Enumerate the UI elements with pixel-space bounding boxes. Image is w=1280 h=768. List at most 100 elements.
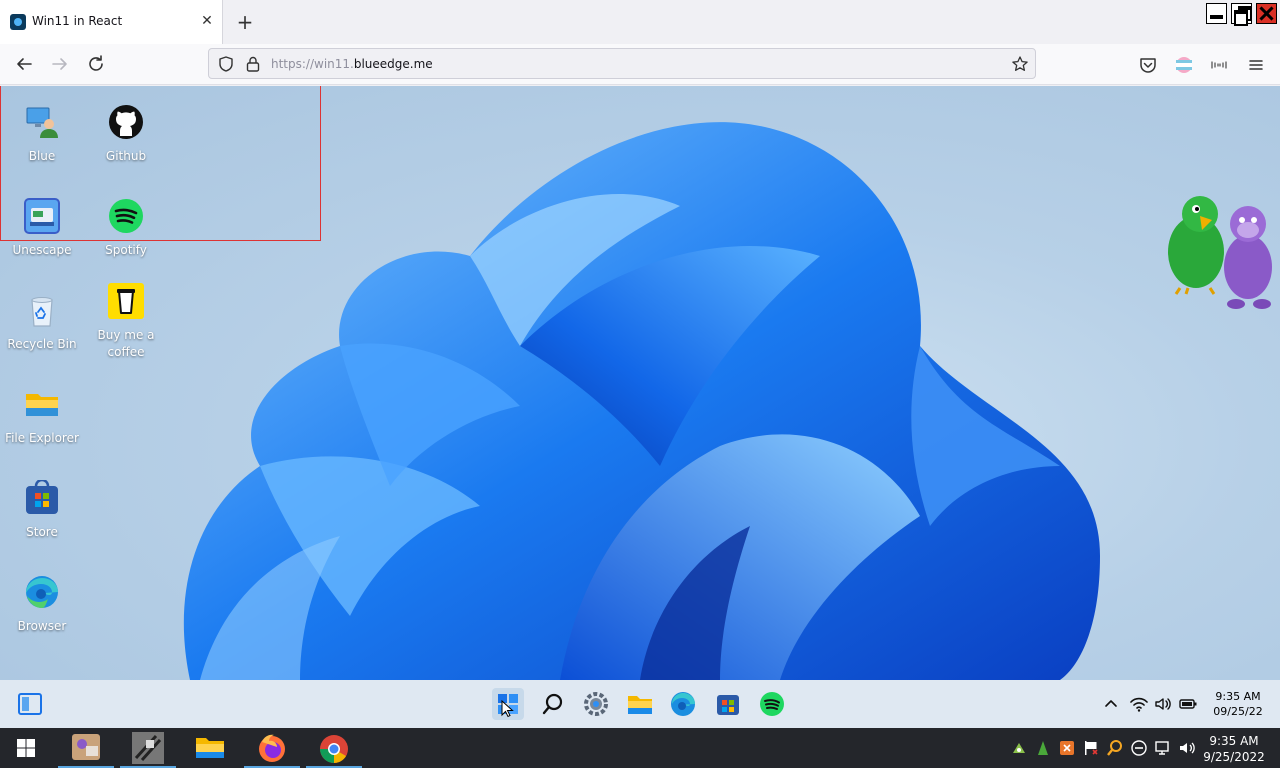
desktop-icon-spotify[interactable]: Spotify	[84, 198, 168, 259]
desktop-icon-blue[interactable]: Blue	[0, 104, 84, 165]
painter-app-icon	[72, 734, 100, 760]
win11-spotify-button[interactable]	[756, 688, 788, 720]
host-taskbar-app-3[interactable]	[182, 730, 238, 768]
minus-circle-icon[interactable]	[1130, 739, 1148, 757]
desktop-icon-label: Github	[105, 149, 147, 163]
desktop-icon-label: Blue	[28, 149, 56, 163]
win11-edge-button[interactable]	[667, 688, 699, 720]
file-explorer-icon	[196, 738, 224, 758]
navigation-bar: https://win11.blueedge.me	[0, 44, 1280, 85]
desktop-icon-label: Recycle Bin	[7, 337, 77, 351]
url-text: https://win11.blueedge.me	[271, 57, 433, 71]
minimize-button[interactable]	[1206, 3, 1227, 24]
new-tab-button[interactable]: +	[234, 10, 256, 34]
spotify-icon	[760, 692, 784, 716]
bonzi-gorilla-icon	[1224, 206, 1272, 309]
url-bar[interactable]: https://win11.blueedge.me	[208, 48, 1036, 79]
host-clock-date: 9/25/2022	[1203, 750, 1265, 764]
win11-clock[interactable]: 9:35 AM 09/25/22	[1208, 689, 1268, 719]
desktop-icon-github[interactable]: Github	[84, 104, 168, 165]
win11-search-button[interactable]	[537, 688, 569, 720]
profile-icon[interactable]	[1173, 54, 1195, 76]
host-taskbar-app-4[interactable]	[244, 730, 300, 768]
desktop-icon-file-explorer[interactable]: File Explorer	[0, 386, 84, 447]
edge-icon	[671, 692, 695, 716]
user-computer-icon	[26, 107, 58, 138]
wifi-icon[interactable]	[1129, 694, 1149, 714]
arrow-right-icon	[52, 58, 67, 70]
desktop-icon-label: File Explorer	[5, 431, 79, 445]
win11-taskbar: 9:35 AM 09/25/22	[0, 680, 1280, 728]
tab-bar: Win11 in React ✕ +	[0, 0, 1280, 44]
lock-icon[interactable]	[245, 55, 261, 73]
win11-file-explorer-button[interactable]	[624, 688, 656, 720]
tab-favicon-icon	[10, 14, 26, 30]
desktop-icon-buy-me-a-coffee[interactable]: Buy me a coffee	[84, 283, 168, 361]
close-window-button[interactable]	[1256, 3, 1277, 24]
search-icon	[542, 693, 563, 715]
host-taskbar-app-2[interactable]	[120, 730, 176, 768]
settings-icon	[584, 692, 608, 716]
shield-icon[interactable]	[217, 55, 235, 73]
start-icon	[498, 694, 518, 718]
tray-app-2-icon[interactable]	[1034, 739, 1052, 757]
host-taskbar-app-1[interactable]	[58, 730, 114, 768]
edge-icon	[26, 576, 58, 608]
browser-tab[interactable]: Win11 in React ✕	[0, 0, 223, 44]
back-button[interactable]	[12, 52, 36, 76]
win11-start-button[interactable]	[492, 688, 524, 720]
desktop-icon-label: Unescape	[12, 243, 72, 257]
desktop[interactable]: Blue Github Unescape Spotify Recycle Bin	[0, 86, 1280, 680]
chrome-icon	[320, 735, 348, 763]
tray-app-3-icon[interactable]	[1058, 739, 1076, 757]
volume-icon[interactable]	[1178, 739, 1196, 757]
desktop-icon-unescape[interactable]: Unescape	[0, 198, 84, 259]
host-clock-time: 9:35 AM	[1209, 734, 1259, 748]
chevron-up-icon[interactable]	[1101, 694, 1121, 714]
firefox-icon	[259, 734, 285, 762]
store-icon	[717, 695, 739, 715]
network-icon[interactable]	[1154, 739, 1172, 757]
win11-settings-button[interactable]	[580, 688, 612, 720]
host-clock[interactable]: 9:35 AM 9/25/2022	[1203, 733, 1265, 765]
bloom-wallpaper	[183, 122, 1100, 680]
volume-icon[interactable]	[1153, 694, 1173, 714]
reload-icon	[89, 55, 103, 71]
desktop-icon-label: Buy me a coffee	[97, 328, 155, 359]
hamburger-menu-icon[interactable]	[1245, 54, 1267, 76]
store-icon	[26, 480, 58, 514]
reload-button[interactable]	[84, 52, 108, 76]
desktop-icon-label: Store	[26, 525, 58, 539]
arrow-left-icon	[17, 58, 32, 70]
desktop-icon-store[interactable]: Store	[0, 480, 84, 541]
url-prefix: https://win11.	[271, 57, 354, 71]
desktop-assistant-characters[interactable]	[1160, 192, 1280, 322]
forward-button[interactable]	[48, 52, 72, 76]
spotify-icon	[109, 199, 143, 233]
file-explorer-icon	[628, 696, 652, 714]
pocket-icon[interactable]	[1137, 54, 1159, 76]
tab-title: Win11 in React	[32, 14, 123, 28]
desktop-icon-label: Browser	[17, 619, 67, 633]
folder-icon	[26, 394, 58, 416]
github-icon	[109, 105, 143, 139]
parrot-icon	[1168, 196, 1224, 295]
desktop-icon-recycle-bin[interactable]: Recycle Bin	[0, 292, 84, 353]
host-taskbar-app-5[interactable]	[306, 730, 362, 768]
battery-icon[interactable]	[1178, 694, 1198, 714]
desktop-icon-browser[interactable]: Browser	[0, 574, 84, 635]
windows-logo-icon[interactable]	[16, 738, 36, 758]
win11-store-button[interactable]	[712, 688, 744, 720]
desktop-icon-label: Spotify	[105, 243, 147, 257]
star-icon[interactable]	[1011, 55, 1029, 73]
coffee-icon	[108, 283, 144, 319]
extension-icon[interactable]	[1208, 54, 1230, 76]
restore-button[interactable]	[1231, 3, 1252, 26]
host-taskbar: 9:35 AM 9/25/2022	[0, 728, 1280, 768]
tray-app-1-icon[interactable]	[1010, 739, 1028, 757]
magnifier-icon[interactable]	[1106, 739, 1124, 757]
unescape-icon	[24, 198, 60, 234]
tab-close-button[interactable]: ✕	[199, 11, 215, 31]
flag-icon[interactable]	[1082, 739, 1100, 757]
widgets-icon[interactable]	[16, 690, 44, 718]
